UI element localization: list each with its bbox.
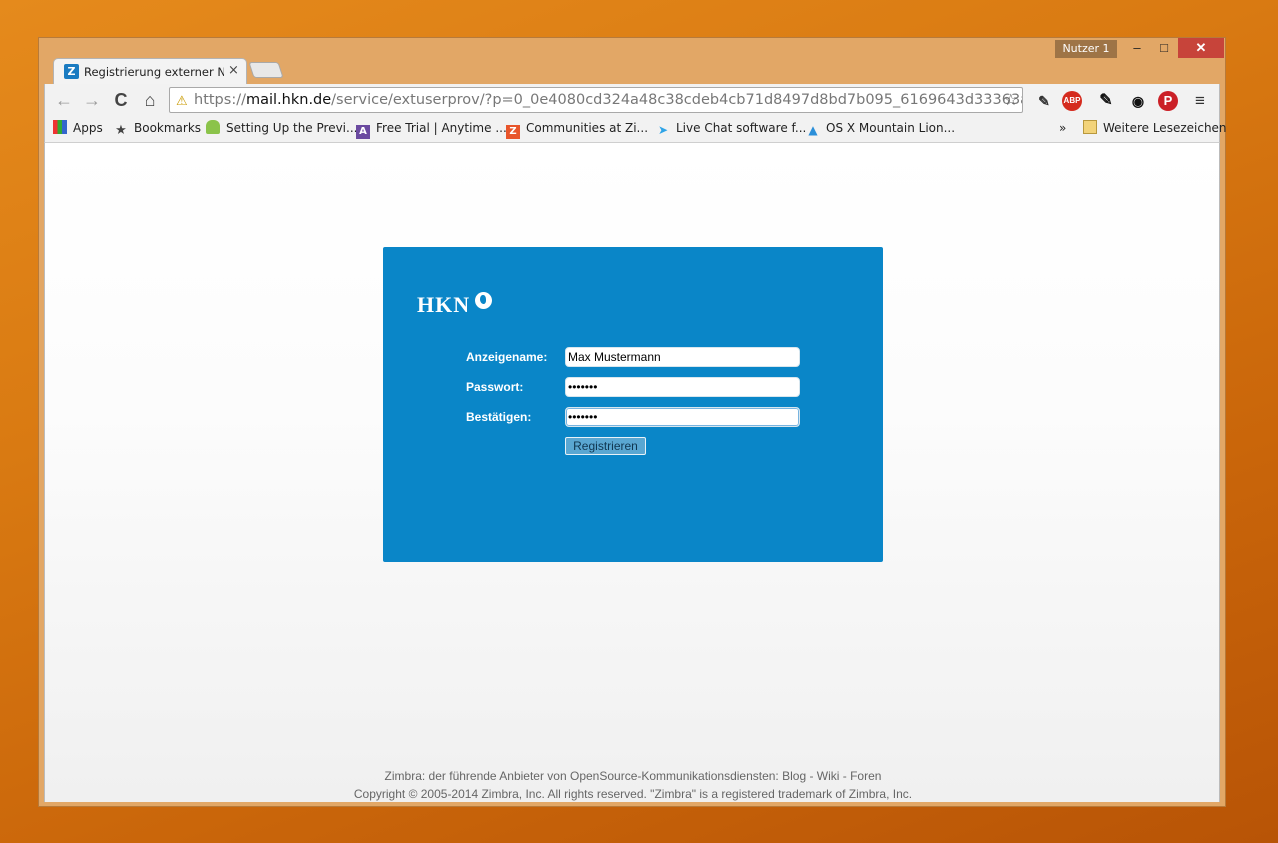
bookmark-live-chat[interactable]: ➤ Live Chat software f... [656, 116, 806, 140]
browser-window: Nutzer 1 – □ ✕ Z Registrierung externer … [38, 37, 1227, 807]
bookmark-bookmarks[interactable]: ★ Bookmarks [114, 116, 201, 140]
url-text: https://mail.hkn.de/service/extuserprov/… [194, 92, 1023, 108]
tab-title: Registrierung externer Nutzer [84, 65, 224, 79]
chrome-menu-icon[interactable]: ≡ [1189, 90, 1211, 112]
edit-note-icon[interactable]: ✎ [1095, 90, 1117, 112]
password-label: Passwort: [466, 380, 524, 394]
tab-registrierung[interactable]: Z Registrierung externer Nutzer × [53, 58, 247, 84]
other-bookmarks-folder[interactable]: Weitere Lesezeichen [1083, 116, 1227, 140]
back-icon[interactable]: ← [53, 89, 75, 111]
zimbra-favicon-icon: Z [64, 64, 79, 79]
adblock-plus-icon[interactable]: ABP [1062, 91, 1082, 111]
display-name-input[interactable]: Max Mustermann [565, 347, 800, 367]
home-icon[interactable]: ⌂ [139, 89, 161, 111]
z-icon: Z [506, 125, 520, 139]
minimize-button[interactable]: – [1125, 38, 1149, 58]
password-input[interactable]: ••••••• [565, 377, 800, 397]
register-button[interactable]: Registrieren [565, 437, 646, 455]
confirm-password-label: Bestätigen: [466, 410, 532, 424]
bookmarks-overflow-button[interactable]: » [1059, 116, 1066, 140]
bookmark-setting-up[interactable]: Setting Up the Previ... [206, 116, 357, 140]
tab-close-icon[interactable]: × [228, 63, 239, 78]
profile-badge[interactable]: Nutzer 1 [1055, 40, 1117, 58]
lock-warning-icon[interactable]: ⚠ [176, 90, 190, 112]
reload-icon[interactable]: C [110, 89, 132, 111]
page-content: HKN Anzeigename: Max Mustermann Passwort… [44, 142, 1220, 802]
eyedropper-extension-icon[interactable]: ✎ [1033, 90, 1055, 112]
registration-panel: HKN Anzeigename: Max Mustermann Passwort… [383, 247, 883, 562]
bookmark-apps[interactable]: Apps [53, 116, 103, 140]
hkn-logo-icon [475, 292, 492, 309]
footer-tagline: Zimbra: der führende Anbieter von OpenSo… [384, 769, 882, 783]
footer-copyright: Copyright © 2005-2014 Zimbra, Inc. All r… [353, 787, 913, 801]
hkn-logo: HKN [417, 292, 471, 317]
bird-icon: ➤ [657, 123, 669, 137]
close-window-button[interactable]: ✕ [1178, 38, 1224, 58]
pinterest-icon[interactable]: P [1158, 91, 1178, 111]
bookmark-communities[interactable]: Z Communities at Zi... [506, 116, 648, 140]
maximize-button[interactable]: □ [1152, 38, 1176, 58]
android-icon [206, 120, 220, 134]
a-icon: A [356, 125, 370, 139]
bookmark-star-icon[interactable]: ☆ [1004, 88, 1018, 112]
browser-toolbar: ← → C ⌂ ⚠ https://mail.hkn.de/service/ex… [44, 84, 1227, 142]
apps-grid-icon [53, 120, 67, 134]
rocket-icon: ▲ [808, 123, 818, 137]
bookmark-free-trial[interactable]: A Free Trial | Anytime ... [356, 116, 507, 140]
folder-icon [1083, 120, 1097, 134]
address-bar[interactable]: ⚠ https://mail.hkn.de/service/extuserpro… [169, 87, 1023, 113]
new-tab-button[interactable] [248, 62, 284, 78]
display-name-label: Anzeigename: [466, 350, 548, 364]
star-icon: ★ [115, 123, 127, 138]
confirm-password-input[interactable]: ••••••• [565, 407, 800, 427]
forward-icon[interactable]: → [81, 89, 103, 111]
bookmark-os-x[interactable]: ▲ OS X Mountain Lion... [806, 116, 955, 140]
owl-extension-icon[interactable]: ◉ [1127, 90, 1149, 112]
